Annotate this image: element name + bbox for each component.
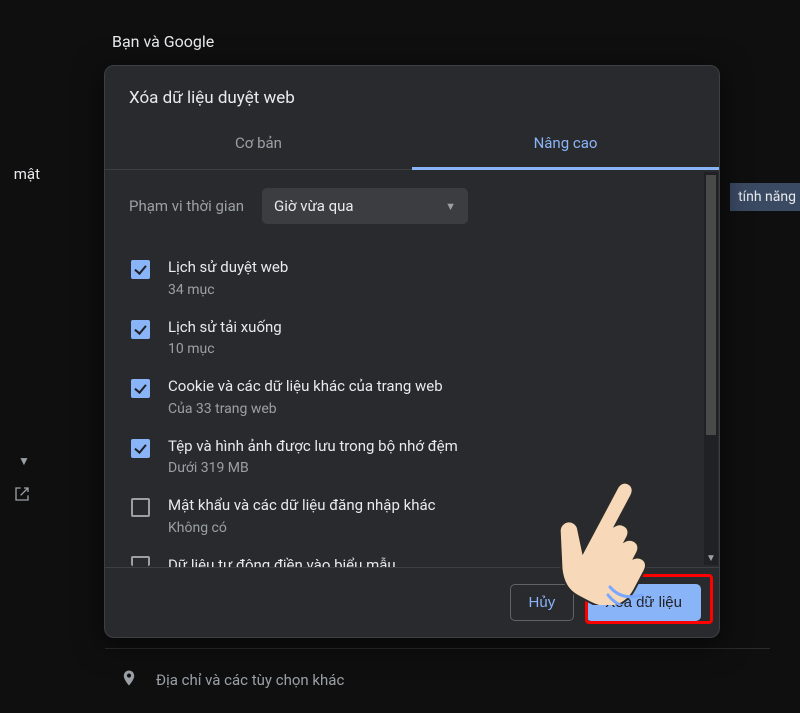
item-title: Lịch sử duyệt web [168,258,677,278]
item-title: Lịch sử tải xuống [168,318,677,338]
item-subtitle: Dưới 319 MB [168,460,677,476]
tab-basic[interactable]: Cơ bản [105,120,412,169]
item-title: Cookie và các dữ liệu khác của trang web [168,377,677,397]
item-title: Mật khẩu và các dữ liệu đăng nhập khác [168,496,677,516]
list-item: Cookie và các dữ liệu khác của trang web… [129,367,705,427]
item-subtitle: 10 mục [168,341,677,357]
item-subtitle: Không có [168,520,677,536]
scrollbar-track[interactable]: ▼ [704,172,718,565]
list-item: Mật khẩu và các dữ liệu đăng nhập khác K… [129,486,705,546]
dialog-footer: Hủy Xóa dữ liệu [105,567,719,637]
page-title-background: Bạn và Google [112,32,214,51]
caret-down-icon: ▼ [445,200,456,213]
time-range-row: Phạm vi thời gian Giờ vừa qua ▼ [129,188,705,224]
list-item: Tệp và hình ảnh được lưu trong bộ nhớ đệ… [129,427,705,487]
scrollbar-thumb[interactable] [706,175,716,435]
checkbox-cookies[interactable] [131,379,150,398]
time-range-select[interactable]: Giờ vừa qua ▼ [262,188,468,224]
clear-data-button[interactable]: Xóa dữ liệu [586,584,701,621]
dialog-body: ▼ Phạm vi thời gian Giờ vừa qua ▼ Lịch s… [105,170,719,567]
chevron-down-icon[interactable]: ▼ [18,454,30,468]
item-subtitle: Của 33 trang web [168,401,677,417]
checkbox-browsing-history[interactable] [131,260,150,279]
time-range-value: Giờ vừa qua [274,197,354,215]
list-item: Dữ liệu tự động điền vào biểu mẫu [129,546,705,568]
dialog-tabs: Cơ bản Nâng cao [105,120,719,170]
dialog-title: Xóa dữ liệu duyệt web [105,66,719,120]
cancel-button[interactable]: Hủy [510,584,575,621]
divider [105,648,770,649]
checkbox-cached-images[interactable] [131,439,150,458]
location-pin-icon [120,669,138,691]
list-item: Lịch sử duyệt web 34 mục [129,248,705,308]
item-subtitle: 34 mục [168,282,677,298]
bottom-row[interactable]: Địa chỉ và các tùy chọn khác [120,669,344,691]
scroll-down-icon[interactable]: ▼ [706,553,716,563]
list-item: Lịch sử tải xuống 10 mục [129,308,705,368]
checkbox-autofill[interactable] [131,556,150,566]
sidebar-text-truncated: mật [0,165,40,183]
clear-browsing-data-dialog: Xóa dữ liệu duyệt web Cơ bản Nâng cao ▼ … [104,65,720,638]
time-range-label: Phạm vi thời gian [129,197,244,215]
feature-chip-truncated: tính năng [730,183,800,211]
open-in-new-icon[interactable] [14,486,30,506]
tab-advanced[interactable]: Nâng cao [412,120,719,170]
item-title: Tệp và hình ảnh được lưu trong bộ nhớ đệ… [168,437,677,457]
bottom-row-label: Địa chỉ và các tùy chọn khác [156,671,344,689]
checkbox-passwords[interactable] [131,498,150,517]
checkbox-download-history[interactable] [131,320,150,339]
item-title: Dữ liệu tự động điền vào biểu mẫu [168,556,677,568]
